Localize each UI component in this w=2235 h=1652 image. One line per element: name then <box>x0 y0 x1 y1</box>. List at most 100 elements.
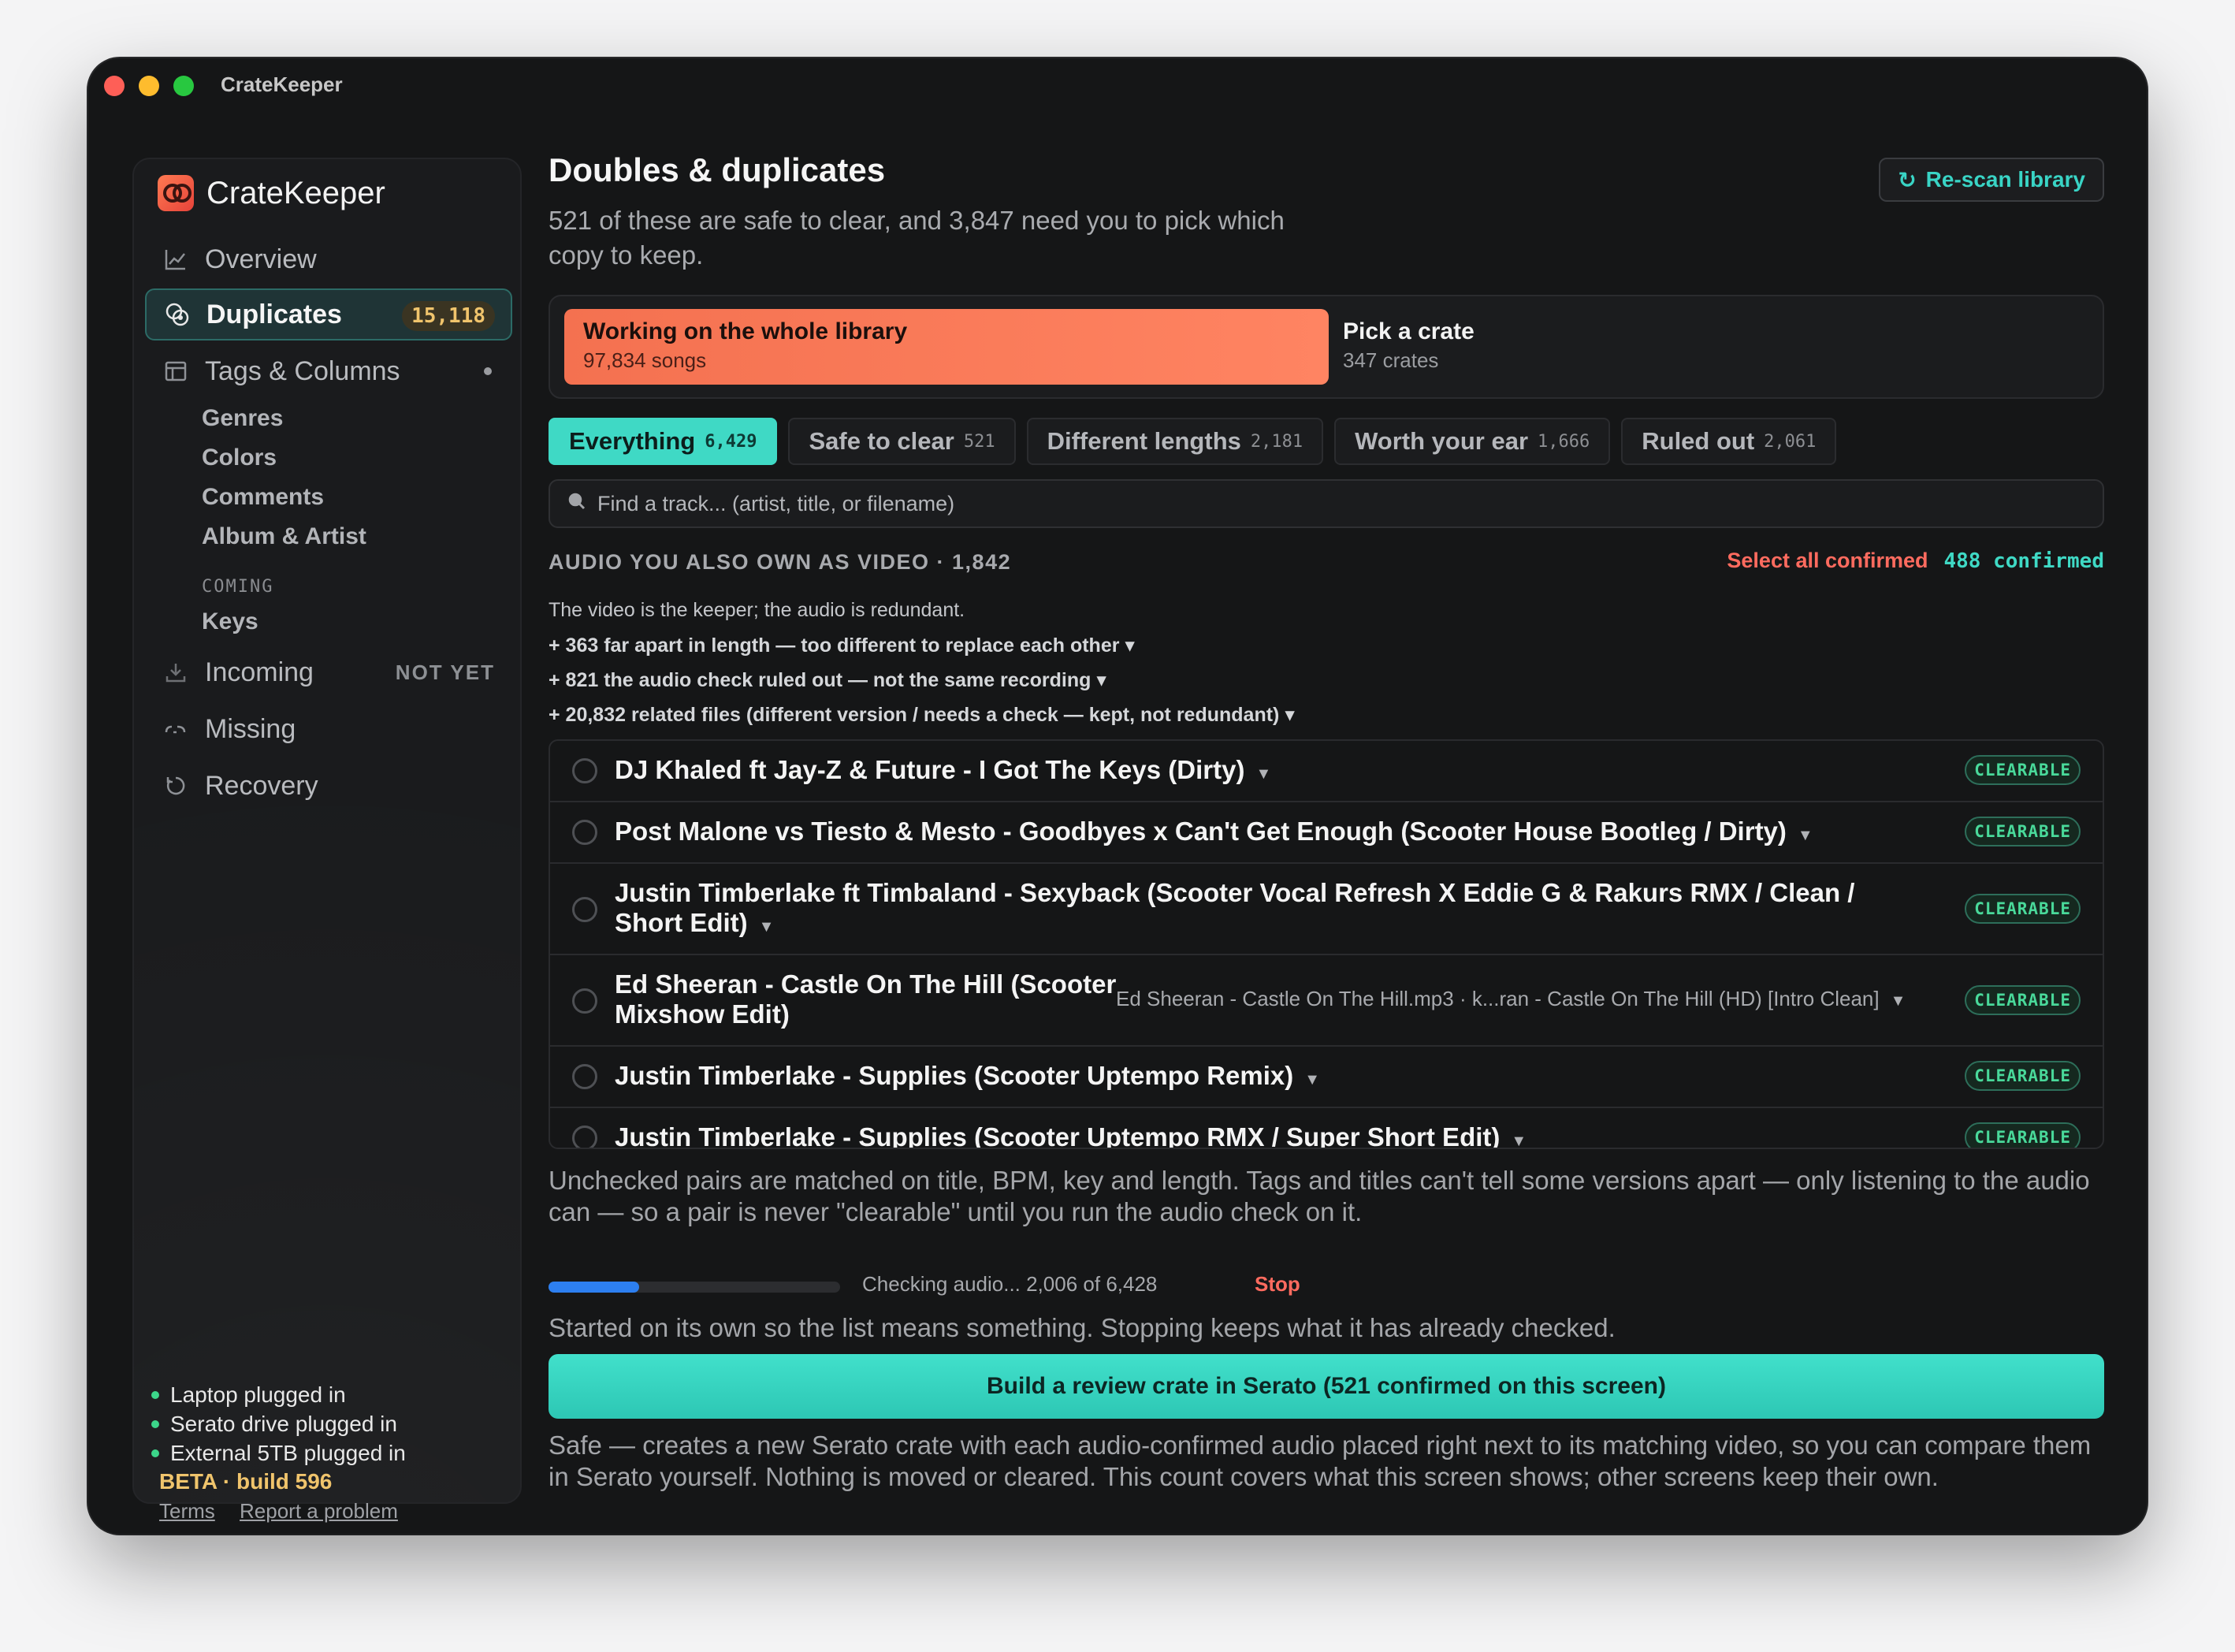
tab-label: Different lengths <box>1047 427 1241 455</box>
chevron-down-icon[interactable]: ▼ <box>759 918 775 936</box>
expander-ruled-out[interactable]: + 821 the audio check ruled out — not th… <box>549 668 1106 692</box>
duplicates-count-badge: 15,118 <box>402 301 495 331</box>
chevron-down-icon[interactable]: ▼ <box>1255 765 1271 783</box>
chevron-down-icon[interactable]: ▼ <box>1891 992 1906 1010</box>
stop-check-button[interactable]: Stop <box>1255 1272 1300 1297</box>
status-ok-icon <box>151 1420 159 1428</box>
section-heading: AUDIO YOU ALSO OWN AS VIDEO · 1,842 <box>549 550 1012 574</box>
scope-pick-crate[interactable]: Pick a crate 347 crates <box>1343 318 1475 373</box>
app-window: CrateKeeper CrateKeeper Overview Duplica… <box>88 58 2147 1534</box>
download-icon <box>162 659 189 686</box>
list-item[interactable]: Justin Timberlake - Supplies (Scooter Up… <box>550 1047 2103 1108</box>
sidebar-item-label: Recovery <box>205 770 318 801</box>
tab-safe-to-clear[interactable]: Safe to clear 521 <box>788 418 1016 465</box>
chevron-down-icon[interactable]: ▼ <box>1304 1071 1320 1088</box>
unread-dot <box>484 367 492 375</box>
tab-worth-your-ear[interactable]: Worth your ear 1,666 <box>1334 418 1611 465</box>
window-title: CrateKeeper <box>221 73 343 96</box>
sidebar-item-label: Tags & Columns <box>205 355 400 386</box>
tab-everything[interactable]: Everything 6,429 <box>549 418 778 465</box>
status-serato-drive: Serato drive plugged in <box>151 1412 397 1437</box>
app-logo-icon <box>158 175 194 211</box>
sidebar-item-duplicates[interactable]: Duplicates 15,118 <box>145 288 512 340</box>
minimize-window-button[interactable] <box>139 76 159 96</box>
row-title: Justin Timberlake - Supplies (Scooter Up… <box>615 1122 1527 1149</box>
row-title-text: Justin Timberlake - Supplies (Scooter Up… <box>615 1122 1501 1149</box>
status-text: External 5TB plugged in <box>170 1441 406 1465</box>
report-problem-link[interactable]: Report a problem <box>240 1499 398 1523</box>
expander-related-files[interactable]: + 20,832 related files (different versio… <box>549 703 1295 727</box>
main-content: Doubles & duplicates 521 of these are sa… <box>549 58 2104 1534</box>
list-item[interactable]: Justin Timberlake - Supplies (Scooter Up… <box>550 1108 2103 1149</box>
list-item[interactable]: Justin Timberlake ft Timbaland - Sexybac… <box>550 864 2103 955</box>
confirmed-count: 488 confirmed <box>1943 549 2105 573</box>
scope-subtitle: 347 crates <box>1343 348 1439 372</box>
file-names-text: Ed Sheeran - Castle On The Hill.mp3 · k.… <box>1116 987 1880 1010</box>
status-text: Serato drive plugged in <box>170 1412 397 1436</box>
tab-label: Safe to clear <box>809 427 954 455</box>
clearable-badge: CLEARABLE <box>1965 817 2081 846</box>
sidebar: CrateKeeper Overview Duplicates 15,118 T… <box>132 158 522 1523</box>
status-ok-icon <box>151 1391 159 1399</box>
undo-icon <box>162 772 189 799</box>
filter-tabs: Everything 6,429 Safe to clear 521 Differe… <box>549 418 1847 467</box>
tab-label: Everything <box>569 427 696 455</box>
sidebar-item-label: Duplicates <box>206 299 342 329</box>
close-window-button[interactable] <box>104 76 125 96</box>
sidebar-item-missing[interactable]: Missing <box>145 703 512 755</box>
row-file-names: Ed Sheeran - Castle On The Hill.mp3 · k.… <box>1116 987 1906 1011</box>
brand-name: CrateKeeper <box>206 175 385 210</box>
sidebar-subitem-keys[interactable]: Keys <box>202 608 258 635</box>
rescan-library-button[interactable]: ↻ Re-scan library <box>1879 158 2104 202</box>
sidebar-subitem-genres[interactable]: Genres <box>202 405 283 432</box>
brand: CrateKeeper <box>158 173 385 213</box>
select-all-confirmed-link[interactable]: Select all confirmed <box>1727 549 1928 573</box>
row-title-text: Justin Timberlake - Supplies (Scooter Up… <box>615 1061 1294 1090</box>
coming-label: COMING <box>202 577 274 597</box>
build-label: BETA · build 596 <box>159 1469 333 1494</box>
sidebar-item-overview[interactable]: Overview <box>145 233 512 285</box>
list-item[interactable]: Post Malone vs Tiesto & Mesto - Goodbyes… <box>550 802 2103 864</box>
row-select-radio[interactable] <box>572 1126 597 1148</box>
select-all-group: Select all confirmed 488 confirmed <box>1727 549 2104 573</box>
row-select-radio[interactable] <box>572 820 597 845</box>
row-title: Ed Sheeran - Castle On The Hill (Scooter… <box>615 969 1117 1029</box>
list-item[interactable]: DJ Khaled ft Jay-Z & Future - I Got The … <box>550 741 2103 802</box>
row-title: Justin Timberlake ft Timbaland - Sexybac… <box>615 878 1876 942</box>
progress-text: Checking audio... 2,006 of 6,428 <box>862 1272 1158 1296</box>
expander-far-apart[interactable]: + 363 far apart in length — too differen… <box>549 634 1135 657</box>
row-title: Justin Timberlake - Supplies (Scooter Up… <box>615 1061 1320 1095</box>
row-select-radio[interactable] <box>572 758 597 783</box>
status-external-drive: External 5TB plugged in <box>151 1441 406 1466</box>
link-broken-icon <box>162 716 189 742</box>
tab-count: 6,429 <box>705 431 757 452</box>
expander-label: + 20,832 related files (different versio… <box>549 704 1280 726</box>
row-select-radio[interactable] <box>572 897 597 922</box>
scope-whole-library[interactable]: Working on the whole library 97,834 song… <box>564 309 1329 385</box>
row-title-text: DJ Khaled ft Jay-Z & Future - I Got The … <box>615 755 1245 784</box>
row-title: Post Malone vs Tiesto & Mesto - Goodbyes… <box>615 817 1813 850</box>
chevron-down-icon[interactable]: ▼ <box>1798 827 1813 844</box>
sidebar-subitem-colors[interactable]: Colors <box>202 445 277 471</box>
terms-link[interactable]: Terms <box>159 1499 215 1523</box>
sidebar-item-label: Overview <box>205 244 317 274</box>
row-select-radio[interactable] <box>572 988 597 1014</box>
list-item[interactable]: Ed Sheeran - Castle On The Hill (Scooter… <box>550 955 2103 1047</box>
footer-links: Terms Report a problem <box>159 1499 417 1524</box>
row-title: DJ Khaled ft Jay-Z & Future - I Got The … <box>615 755 1271 789</box>
sidebar-item-tags-columns[interactable]: Tags & Columns <box>145 345 512 397</box>
sidebar-subitem-album-artist[interactable]: Album & Artist <box>202 523 366 550</box>
zoom-window-button[interactable] <box>173 76 194 96</box>
build-review-crate-button[interactable]: Build a review crate in Serato (521 conf… <box>549 1354 2104 1419</box>
chevron-down-icon[interactable]: ▼ <box>1511 1133 1527 1148</box>
search-icon <box>567 492 586 516</box>
tab-ruled-out[interactable]: Ruled out 2,061 <box>1621 418 1837 465</box>
sidebar-item-recovery[interactable]: Recovery <box>145 760 512 812</box>
sidebar-item-incoming[interactable]: Incoming NOT YET <box>145 646 512 698</box>
tab-different-lengths[interactable]: Different lengths 2,181 <box>1026 418 1324 465</box>
tab-label: Ruled out <box>1642 427 1755 455</box>
search-input[interactable] <box>597 491 2016 516</box>
row-select-radio[interactable] <box>572 1064 597 1089</box>
sidebar-subitem-comments[interactable]: Comments <box>202 484 324 511</box>
clearable-badge: CLEARABLE <box>1965 894 2081 924</box>
